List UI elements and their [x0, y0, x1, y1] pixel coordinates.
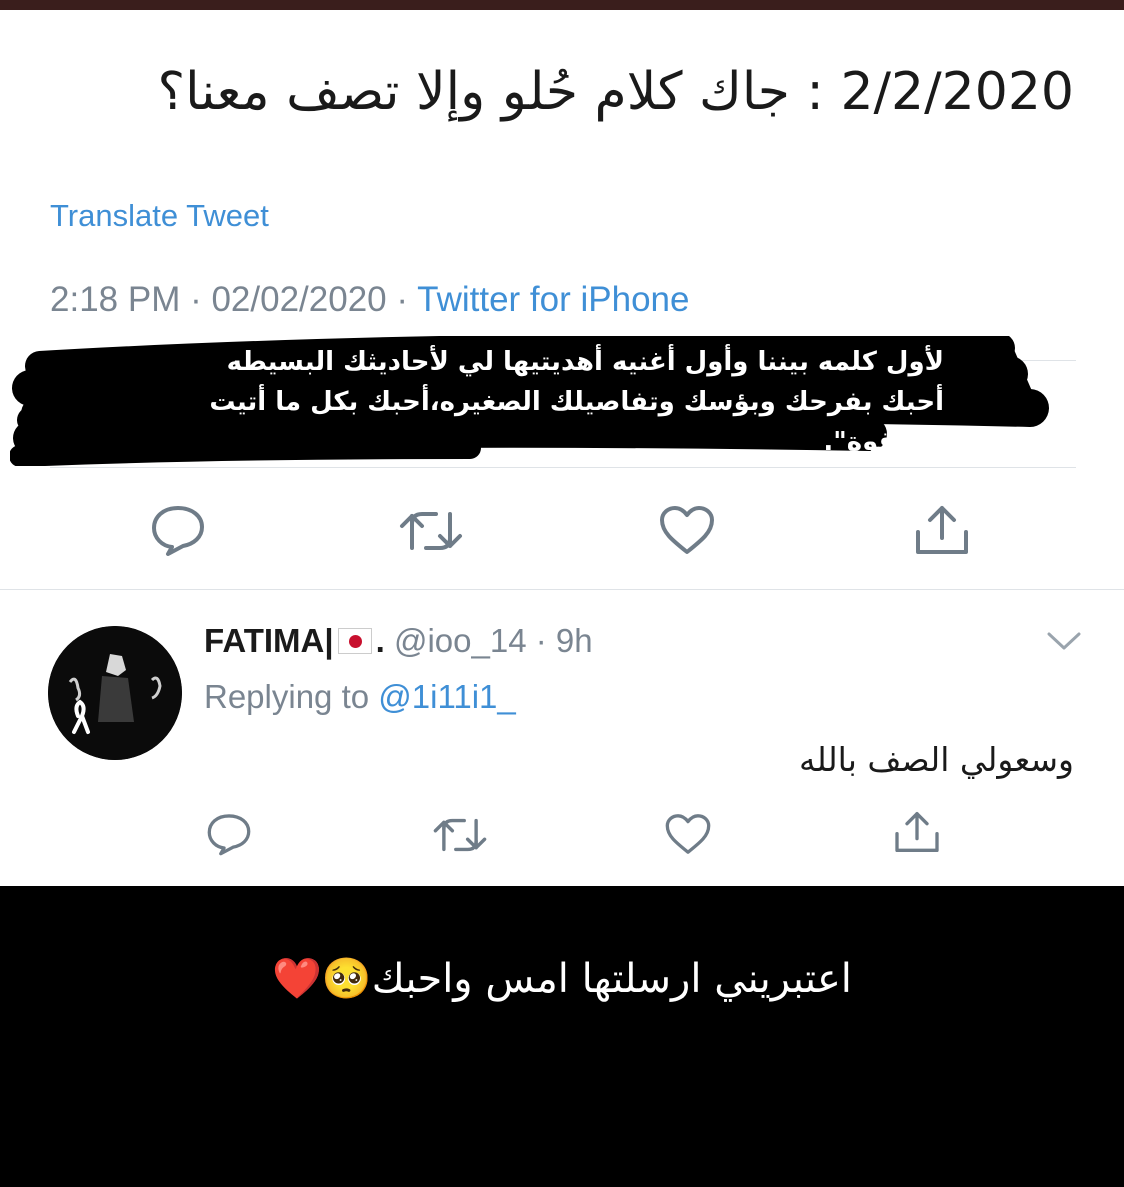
tweet-client-link[interactable]: Twitter for iPhone: [417, 280, 689, 319]
replying-prefix: Replying to: [204, 678, 379, 715]
meta-separator: ·: [386, 280, 418, 319]
tweet-meta: 2:18 PM · 02/02/2020 · Twitter for iPhon…: [50, 280, 689, 320]
share-icon[interactable]: [892, 808, 942, 856]
divider: [0, 589, 1124, 590]
quoted-text: لأول كلمه بيننا وأول أغنيه أهديتيها لي ل…: [144, 342, 944, 462]
tweet-date: 02/02/2020: [211, 280, 387, 319]
quoted-line: لأول كلمه بيننا وأول أغنيه أهديتيها لي ل…: [226, 347, 944, 377]
replying-to: Replying to @1i11i1_: [204, 678, 516, 716]
caption-text: اعتبريني ارسلتها امس واحبك🥺❤️: [272, 956, 852, 1002]
author-name: FATIMA|: [204, 622, 334, 659]
japan-flag-icon: [337, 628, 372, 654]
reply-text: وسعولي الصف بالله: [798, 740, 1074, 779]
retweet-icon[interactable]: [432, 815, 488, 855]
share-icon[interactable]: [912, 502, 972, 558]
author-name-suffix: .: [375, 622, 385, 659]
author-handle: @ioo_14 · 9h: [384, 622, 593, 659]
caption-panel: [0, 886, 1124, 1187]
replying-to-link[interactable]: @1i11i1_: [378, 678, 515, 715]
top-border: [0, 0, 1124, 10]
meta-separator: ·: [180, 280, 212, 319]
quoted-line: أحبك بفرحك وبؤسك وتفاصيلك الصغيره،أحبك ب…: [209, 387, 944, 417]
reply-author[interactable]: FATIMA|. @ioo_14 · 9h: [204, 622, 593, 660]
divider: [50, 467, 1076, 468]
reply-icon[interactable]: [150, 504, 206, 556]
avatar[interactable]: [48, 626, 182, 760]
chevron-down-icon[interactable]: [1046, 630, 1082, 656]
translate-tweet-link[interactable]: Translate Tweet: [50, 198, 269, 234]
retweet-icon[interactable]: [398, 508, 464, 554]
like-icon[interactable]: [664, 812, 712, 856]
quoted-line: من قوة".: [823, 427, 944, 457]
tweet-time: 2:18 PM: [50, 280, 181, 319]
tweet-text: 2/2/2020 : جاك كلام حُلو وإلا تصف معنا؟: [157, 62, 1074, 122]
reply-icon[interactable]: [206, 812, 252, 856]
like-icon[interactable]: [658, 504, 716, 556]
